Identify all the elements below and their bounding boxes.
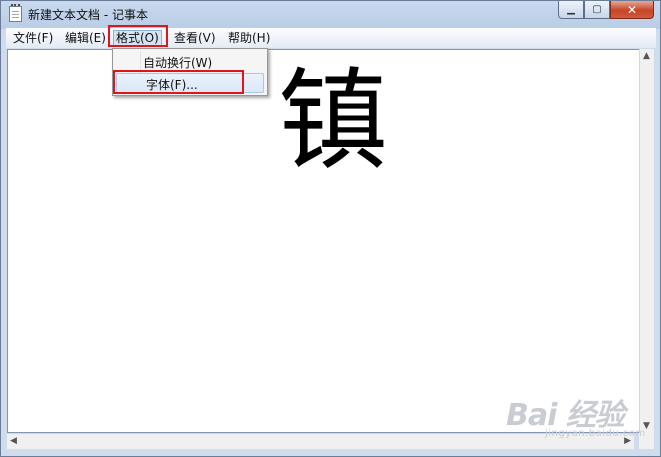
scroll-left-icon[interactable]: ◀: [10, 436, 17, 446]
menu-item-word-wrap[interactable]: 自动换行(W): [143, 54, 212, 71]
close-icon: ✕: [626, 2, 638, 17]
menu-file[interactable]: 文件(F): [10, 30, 56, 47]
maximize-button[interactable]: ▢: [584, 1, 610, 19]
minimize-icon: ▁: [567, 4, 575, 15]
maximize-icon: ▢: [592, 4, 602, 15]
text-editor-area[interactable]: 镇: [7, 49, 649, 433]
window-title: 新建文本文档 - 记事本: [28, 8, 148, 22]
baidu-watermark: Bai 经验: [506, 398, 625, 433]
menu-view[interactable]: 查看(V): [171, 30, 219, 47]
notepad-window: 新建文本文档 - 记事本 ▁ ▢ ✕ 文件(F) 编辑(E) 格式(O) 查看(…: [0, 0, 661, 457]
notepad-app-icon[interactable]: [9, 4, 22, 22]
menu-bar: 文件(F) 编辑(E) 格式(O) 查看(V) 帮助(H): [6, 28, 656, 48]
menu-help[interactable]: 帮助(H): [225, 30, 273, 47]
watermark-url: jingyan.baidu.com: [545, 428, 646, 439]
close-button[interactable]: ✕: [610, 1, 654, 19]
window-controls: ▁ ▢ ✕: [558, 1, 654, 19]
vertical-scrollbar[interactable]: ▲ ▼: [639, 49, 654, 433]
scroll-up-icon[interactable]: ▲: [643, 51, 650, 61]
highlight-box-format: [108, 25, 168, 47]
title-bar[interactable]: 新建文本文档 - 记事本 ▁ ▢ ✕: [1, 1, 660, 27]
minimize-button[interactable]: ▁: [558, 1, 584, 19]
highlight-box-font: [113, 70, 244, 94]
menu-edit[interactable]: 编辑(E): [62, 30, 109, 47]
editor-text: 镇: [278, 57, 388, 185]
